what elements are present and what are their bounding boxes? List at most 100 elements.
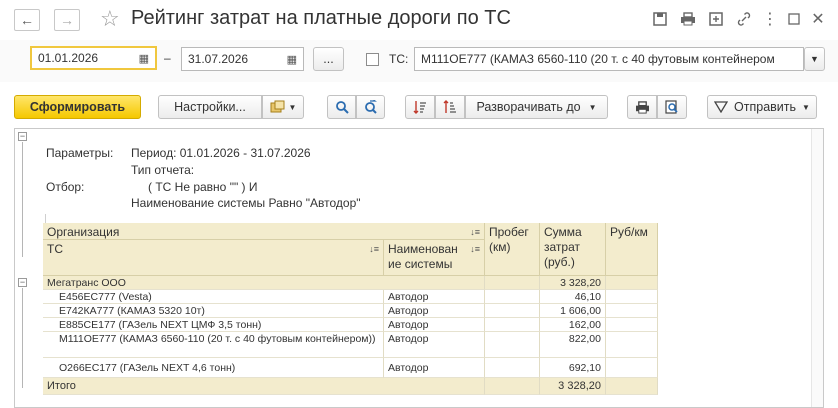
- row-ts[interactable]: Е885СЕ177 (ГАЗель NEXT ЦМФ 3,5 тонн): [43, 318, 384, 332]
- chevron-down-icon: ▼: [288, 102, 297, 112]
- settings-button[interactable]: Настройки...: [158, 95, 262, 119]
- col-header-cost[interactable]: Сумма затрат (руб.): [540, 223, 606, 276]
- col-header-system[interactable]: Наименован ие системы ↓≡: [384, 240, 485, 276]
- sort-icon[interactable]: ↓≡: [369, 242, 379, 257]
- row-cost[interactable]: 162,00: [540, 318, 606, 332]
- star-icon[interactable]: ☆: [100, 6, 120, 32]
- more-icon[interactable]: ⋮: [760, 9, 780, 29]
- row-ts[interactable]: О266ЕС177 (ГАЗель NEXT 4,6 тонн): [43, 358, 384, 378]
- calendar-icon[interactable]: ▦: [287, 53, 297, 66]
- params-period: Период: 01.01.2026 - 31.07.2026: [131, 146, 311, 160]
- row-system[interactable]: Автодор: [384, 358, 485, 378]
- group-row-rub-km: [606, 276, 658, 290]
- back-button[interactable]: ←: [14, 9, 40, 31]
- period-select-button[interactable]: ...: [313, 47, 344, 71]
- close-icon[interactable]: ✕: [808, 9, 828, 29]
- link-icon[interactable]: [734, 9, 754, 29]
- calendar-icon[interactable]: ▦: [139, 52, 149, 65]
- row-rub-km: [606, 290, 658, 304]
- search-icon: [335, 101, 349, 114]
- total-label: Итого: [43, 378, 485, 395]
- row-cost[interactable]: 692,10: [540, 358, 606, 378]
- variants-button[interactable]: ▼: [262, 95, 304, 119]
- expand-to-dropdown[interactable]: Разворачивать до ▼: [465, 95, 608, 119]
- ts-dropdown-button[interactable]: ▼: [804, 47, 825, 71]
- filter-line-2: Наименование системы Равно "Автодор": [131, 196, 361, 210]
- row-mileage: [485, 332, 540, 358]
- expand-to-label: Разворачивать до: [476, 100, 581, 114]
- chevron-down-icon: ▼: [588, 102, 597, 112]
- vertical-scrollbar[interactable]: [811, 129, 823, 407]
- window-icon[interactable]: [784, 9, 804, 29]
- row-mileage: [485, 358, 540, 378]
- print-button[interactable]: [627, 95, 657, 119]
- col-header-rub-km[interactable]: Руб/км: [606, 223, 658, 276]
- row-mileage: [485, 318, 540, 332]
- row-rub-km: [606, 332, 658, 358]
- preview-button[interactable]: [657, 95, 687, 119]
- sort-icon[interactable]: ↓≡: [470, 225, 480, 240]
- col-header-mileage[interactable]: Пробег (км): [485, 223, 540, 276]
- params-label: Параметры:: [46, 146, 114, 160]
- send-button[interactable]: Отправить ▼: [707, 95, 817, 119]
- row-ts[interactable]: М111ОЕ777 (КАМАЗ 6560-110 (20 т. с 40 фу…: [43, 332, 384, 358]
- date-to-value: 31.07.2026: [188, 52, 249, 66]
- row-rub-km: [606, 318, 658, 332]
- collapse-group-icon[interactable]: −: [18, 278, 27, 287]
- total-mileage: [485, 378, 540, 395]
- tree-line: [22, 142, 23, 257]
- col-header-ts[interactable]: ТС ↓≡: [43, 240, 384, 276]
- sort-icon: [413, 101, 426, 114]
- row-rub-km: [606, 358, 658, 378]
- row-system[interactable]: Автодор: [384, 332, 485, 358]
- chevron-down-icon: ▼: [802, 102, 810, 112]
- sort-icon[interactable]: ↓≡: [470, 242, 480, 257]
- group-row-cost[interactable]: 3 328,20: [540, 276, 606, 290]
- variants-icon: [270, 100, 285, 113]
- date-to-field[interactable]: 31.07.2026 ▦: [181, 47, 304, 71]
- row-mileage: [485, 304, 540, 318]
- send-label: Отправить: [734, 100, 797, 114]
- ts-label: ТС:: [389, 52, 409, 66]
- row-cost[interactable]: 46,10: [540, 290, 606, 304]
- back-icon: ←: [20, 12, 34, 28]
- preview-icon: [665, 100, 678, 114]
- page-title: Рейтинг затрат на платные дороги по ТС: [131, 7, 511, 29]
- row-cost[interactable]: 1 606,00: [540, 304, 606, 318]
- col-header-org-label: Организация: [47, 225, 120, 239]
- ts-field[interactable]: М111ОЕ777 (КАМАЗ 6560-110 (20 т. с 40 фу…: [414, 47, 804, 71]
- group-row-name[interactable]: Мегатранс ООО: [43, 276, 485, 290]
- generate-button[interactable]: Сформировать: [14, 95, 141, 119]
- sort-desc-button[interactable]: [405, 95, 435, 119]
- group-row-mileage: [485, 276, 540, 290]
- date-dash: –: [164, 51, 171, 65]
- total-rub-km: [606, 378, 658, 395]
- attach-icon[interactable]: [706, 9, 726, 29]
- row-ts[interactable]: Е742КА777 (КАМАЗ 5320 10т): [43, 304, 384, 318]
- row-ts[interactable]: Е456ЕС777 (Vesta): [43, 290, 384, 304]
- dropdown-icon: ▼: [810, 54, 819, 64]
- print-icon[interactable]: [678, 9, 698, 29]
- row-system[interactable]: Автодор: [384, 304, 485, 318]
- date-from-field[interactable]: 01.01.2026 ▦: [30, 46, 157, 70]
- filter-label: Отбор:: [46, 180, 85, 194]
- search-button[interactable]: [327, 95, 356, 119]
- report-area[interactable]: − Параметры: Период: 01.01.2026 - 31.07.…: [14, 128, 824, 408]
- forward-button[interactable]: →: [54, 9, 80, 31]
- sort-icon: [443, 100, 456, 113]
- params-report-type: Тип отчета:: [131, 163, 195, 177]
- row-mileage: [485, 290, 540, 304]
- col-header-org[interactable]: Организация ↓≡: [43, 223, 485, 240]
- row-cost[interactable]: 822,00: [540, 332, 606, 358]
- find-next-icon: [364, 100, 377, 114]
- print-icon: [635, 100, 649, 114]
- sort-asc-button[interactable]: [435, 95, 465, 119]
- find-next-button[interactable]: [356, 95, 385, 119]
- collapse-params-icon[interactable]: −: [18, 132, 27, 141]
- col-header-ts-label: ТС: [47, 242, 63, 256]
- col-header-system-label: Наименован ие системы: [388, 242, 458, 271]
- row-system[interactable]: Автодор: [384, 290, 485, 304]
- row-system[interactable]: Автодор: [384, 318, 485, 332]
- ts-checkbox[interactable]: [366, 53, 379, 66]
- save-icon[interactable]: [650, 9, 670, 29]
